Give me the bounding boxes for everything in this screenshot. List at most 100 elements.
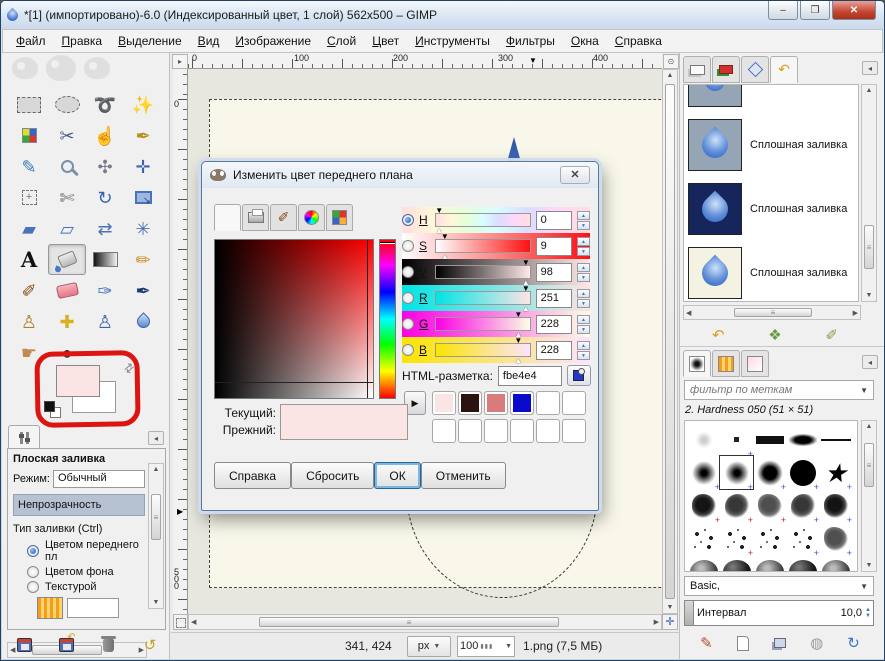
dialog-close-button[interactable]: ✕ — [560, 166, 590, 184]
blur-tool[interactable] — [124, 306, 162, 337]
brush-item[interactable] — [753, 555, 786, 572]
perspective-clone-tool[interactable]: ♙ — [86, 306, 124, 337]
tool-options-vscrollbar[interactable]: ▲▼ ≡ — [148, 463, 164, 609]
history-swatch[interactable] — [432, 419, 456, 443]
ok-button[interactable]: ОК — [374, 462, 420, 489]
paths-tool[interactable]: ✒ — [124, 120, 162, 151]
brush-item[interactable] — [786, 555, 819, 572]
zoom-follow-button[interactable]: ⊙ — [663, 54, 679, 69]
history-swatch[interactable] — [484, 391, 508, 415]
brush-item[interactable] — [819, 555, 852, 572]
paintbrush-tool[interactable]: ✐ — [10, 275, 48, 306]
ellipse-select-tool[interactable] — [48, 89, 86, 120]
channel-value-input[interactable]: 251 — [536, 289, 572, 308]
tab-watercolor-picker[interactable]: ✐ — [270, 204, 297, 231]
brush-item[interactable] — [687, 489, 720, 522]
collapse-dock-icon[interactable]: ◂ — [862, 61, 878, 75]
title-bar[interactable]: *[1] (импортировано)-6.0 (Индексированны… — [1, 1, 884, 29]
brush-item[interactable] — [720, 555, 753, 572]
reset-options-button[interactable]: ↺ — [138, 635, 162, 655]
reset-button[interactable]: Сбросить — [291, 462, 374, 489]
tab-palette-picker[interactable] — [326, 204, 353, 231]
brush-grid-vscrollbar[interactable]: ▲▼ ≡ — [861, 420, 877, 572]
tab-wheel-picker[interactable] — [298, 204, 325, 231]
fill-pattern-radio[interactable]: Текстурой — [27, 581, 145, 593]
menu-layer[interactable]: Слой — [319, 31, 364, 51]
brush-group-select[interactable]: Basic, ▼ — [684, 576, 874, 596]
brush-item[interactable] — [786, 456, 819, 489]
tab-gimp-picker[interactable] — [214, 204, 241, 231]
history-swatch[interactable] — [458, 391, 482, 415]
html-notation-input[interactable]: fbe4e4 — [498, 366, 562, 386]
align-tool[interactable] — [10, 182, 48, 213]
tab-patterns[interactable] — [712, 350, 740, 377]
fill-foreground-radio[interactable]: Цветом переднего пл — [27, 539, 145, 563]
tool-options-tab[interactable] — [8, 425, 40, 449]
tab-channels[interactable] — [712, 56, 740, 83]
opacity-slider[interactable]: Непрозрачность — [13, 494, 145, 516]
saturation-value-square[interactable] — [214, 239, 374, 399]
zoom-level-input[interactable]: 100▮▮▮▼ — [457, 636, 515, 657]
brush-item[interactable] — [819, 522, 852, 555]
brush-filter-input[interactable]: фильтр по меткам ▼ — [684, 380, 874, 400]
collapse-left-icon[interactable]: ◂ — [148, 431, 164, 445]
redo-step-button[interactable]: ❖ — [763, 325, 787, 345]
duplicate-brush-button[interactable] — [768, 633, 792, 653]
restore-options-button[interactable] — [54, 635, 78, 655]
channel-value-input[interactable]: 0 — [536, 211, 572, 230]
channel-stepper[interactable]: ▲▼ — [577, 315, 590, 334]
rect-select-tool[interactable] — [10, 89, 48, 120]
menu-file[interactable]: Файл — [8, 31, 54, 51]
rotate-tool[interactable]: ↻ — [86, 182, 124, 213]
tab-undo-history[interactable]: ↶ — [770, 56, 798, 83]
brush-item[interactable] — [687, 423, 720, 456]
spacing-slider[interactable]: Интервал 10,0 ▲▼ — [684, 600, 874, 626]
cancel-button[interactable]: Отменить — [421, 462, 506, 489]
zoom-tool[interactable] — [48, 151, 86, 182]
history-swatch[interactable] — [510, 391, 534, 415]
clone-tool[interactable]: ♙ — [10, 306, 48, 337]
restore-button[interactable]: ❐ — [800, 1, 830, 20]
edit-brush-button[interactable]: ✎ — [694, 633, 718, 653]
close-button[interactable]: ✕ — [832, 1, 876, 20]
channel-value-input[interactable]: 228 — [536, 315, 572, 334]
mode-select[interactable]: Обычный — [53, 470, 145, 488]
scale-tool[interactable] — [124, 182, 162, 213]
canvas-vscrollbar[interactable]: ▲▼ — [662, 69, 678, 614]
measure-tool[interactable]: ✣ — [86, 151, 124, 182]
undo-list-hscrollbar[interactable]: ◀▶ ≡ — [683, 305, 861, 320]
menu-view[interactable]: Вид — [190, 31, 228, 51]
airbrush-tool[interactable]: ✑ — [86, 275, 124, 306]
navigation-button[interactable]: ✛ — [662, 614, 678, 630]
crop-tool[interactable]: ✄ — [48, 182, 86, 213]
pattern-select[interactable] — [67, 598, 119, 618]
brush-item[interactable] — [687, 555, 720, 572]
channel-stepper[interactable]: ▲▼ — [577, 263, 590, 282]
undo-item[interactable]: Сплошная заливка — [684, 113, 858, 177]
tab-brushes[interactable] — [683, 350, 711, 377]
channel-stepper[interactable]: ▲▼ — [577, 237, 590, 256]
brush-item[interactable] — [720, 489, 753, 522]
brush-item[interactable] — [753, 489, 786, 522]
brush-item[interactable] — [720, 423, 753, 456]
history-swatch[interactable] — [510, 419, 534, 443]
menu-help[interactable]: Справка — [607, 31, 670, 51]
cage-transform-tool[interactable]: ✳ — [124, 213, 162, 244]
foreground-select-tool[interactable]: ☝ — [86, 120, 124, 151]
channel-stepper[interactable]: ▲▼ — [577, 211, 590, 230]
brush-hardness-050[interactable] — [720, 456, 753, 489]
undo-item[interactable]: Сплошная заливка — [684, 84, 858, 113]
tab-layers[interactable] — [683, 56, 711, 83]
tab-paths[interactable] — [741, 56, 769, 83]
menu-tools[interactable]: Инструменты — [407, 31, 498, 51]
brush-item[interactable] — [819, 423, 852, 456]
minimize-button[interactable]: – — [768, 1, 798, 20]
history-swatch[interactable] — [536, 419, 560, 443]
undo-item[interactable]: Сплошная заливка — [684, 177, 858, 241]
vertical-ruler[interactable]: 0 500 ▶ — [173, 69, 188, 614]
clear-history-button[interactable]: ✐ — [820, 325, 844, 345]
help-button[interactable]: Справка — [214, 462, 291, 489]
gradient-tool[interactable] — [86, 244, 124, 275]
heal-tool[interactable]: ✚ — [48, 306, 86, 337]
undo-step-button[interactable]: ↶ — [706, 325, 730, 345]
